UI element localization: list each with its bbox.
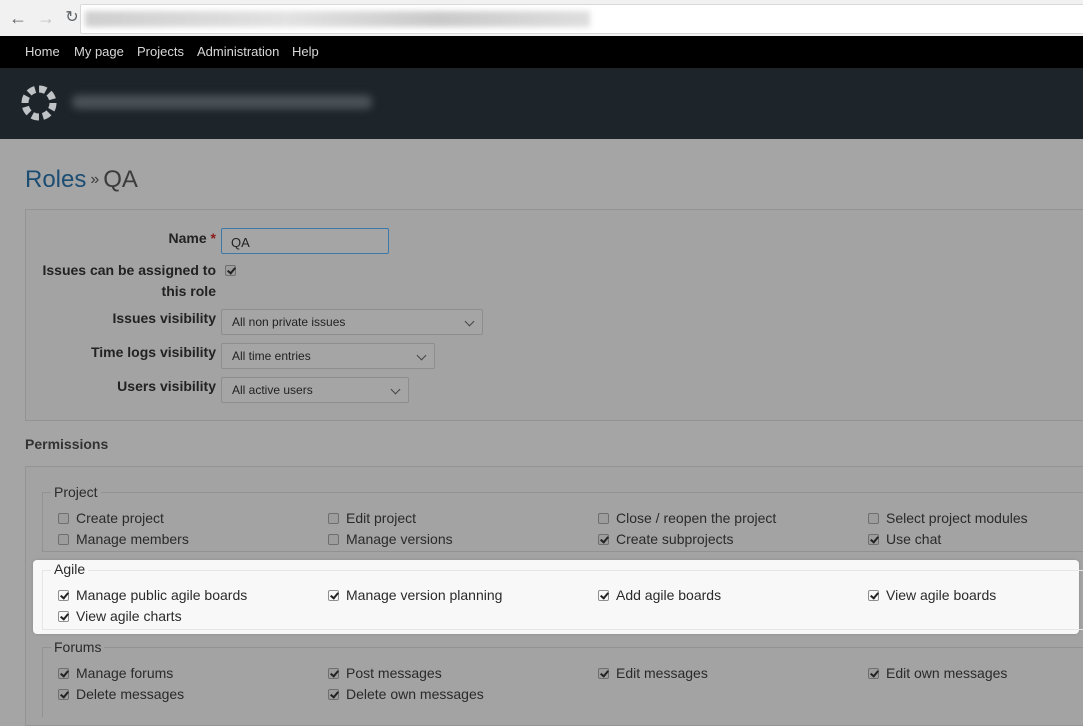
assignable-checkbox[interactable] (225, 265, 236, 276)
assignable-label: Issues can be assigned to this role (42, 262, 216, 299)
address-bar[interactable] (80, 4, 1083, 34)
menu-projects-link[interactable]: Projects (137, 44, 184, 59)
name-label: Name * (168, 230, 216, 246)
manage-forums-checkbox[interactable] (58, 668, 69, 679)
site-header (0, 68, 1083, 139)
forward-arrow-icon[interactable]: → (36, 8, 56, 28)
select-project-modules-checkbox[interactable] (868, 513, 879, 524)
page-title: Roles» QA (25, 166, 138, 194)
manage-version-planning-checkbox[interactable] (328, 590, 339, 601)
agile-legend: Agile (51, 561, 89, 577)
create-project-checkbox[interactable] (58, 513, 69, 524)
edit-messages-label: Edit messages (616, 665, 708, 681)
menu-my-page-link[interactable]: My page (74, 44, 124, 59)
manage-version-planning-label: Manage version planning (346, 587, 503, 603)
menu-administration-link[interactable]: Administration (197, 44, 279, 59)
edit-own-messages-label: Edit own messages (886, 665, 1008, 681)
edit-own-messages-checkbox[interactable] (868, 668, 879, 679)
view-agile-charts-label: View agile charts (76, 608, 182, 624)
app-logo-icon (21, 85, 57, 121)
redacted-url (85, 11, 590, 27)
use-chat-checkbox[interactable] (868, 534, 879, 545)
timelogs-visibility-select[interactable]: All time entries (221, 343, 435, 369)
manage-public-agile-boards-label: Manage public agile boards (76, 587, 248, 603)
reload-icon[interactable]: ↻ (62, 8, 82, 28)
delete-own-messages-checkbox[interactable] (328, 689, 339, 700)
forums-legend: Forums (51, 639, 105, 655)
agile-fieldset: Agile Manage public agile boards Manage … (33, 560, 1083, 634)
select-project-modules-label: Select project modules (886, 510, 1028, 526)
project-legend: Project (51, 484, 101, 500)
use-chat-label: Use chat (886, 531, 942, 547)
manage-versions-checkbox[interactable] (328, 534, 339, 545)
redacted-site-title (72, 95, 372, 109)
permissions-heading: Permissions (25, 436, 109, 452)
required-marker: * (210, 230, 216, 246)
timelogs-visibility-label: Time logs visibility (90, 344, 216, 360)
top-menu: Home My page Projects Administration Hel… (0, 36, 1083, 68)
manage-versions-label: Manage versions (346, 531, 453, 547)
manage-members-label: Manage members (76, 531, 189, 547)
delete-own-messages-label: Delete own messages (346, 686, 484, 702)
add-agile-boards-label: Add agile boards (616, 587, 722, 603)
breadcrumb-current: QA (103, 166, 138, 193)
manage-forums-label: Manage forums (76, 665, 174, 681)
chevron-down-icon (464, 316, 475, 327)
browser-toolbar: ← → ↻ (0, 0, 1083, 37)
close-reopen-project-label: Close / reopen the project (616, 510, 777, 526)
issues-visibility-select[interactable]: All non private issues (221, 309, 483, 335)
view-agile-charts-checkbox[interactable] (58, 611, 69, 622)
view-agile-boards-label: View agile boards (886, 587, 997, 603)
breadcrumb-separator: » (90, 171, 100, 188)
create-project-label: Create project (76, 510, 164, 526)
close-reopen-project-checkbox[interactable] (598, 513, 609, 524)
menu-home-link[interactable]: Home (25, 44, 60, 59)
forums-fieldset (42, 647, 1083, 717)
post-messages-label: Post messages (346, 665, 442, 681)
name-input[interactable] (221, 228, 389, 254)
chevron-down-icon (416, 350, 427, 361)
breadcrumb-roles-link[interactable]: Roles (25, 166, 86, 193)
users-visibility-select[interactable]: All active users (221, 377, 409, 403)
manage-public-agile-boards-checkbox[interactable] (58, 590, 69, 601)
chevron-down-icon (390, 384, 401, 395)
issues-visibility-label: Issues visibility (112, 310, 217, 326)
post-messages-checkbox[interactable] (328, 668, 339, 679)
view-agile-boards-checkbox[interactable] (868, 590, 879, 601)
edit-project-label: Edit project (346, 510, 417, 526)
menu-help-link[interactable]: Help (292, 44, 319, 59)
users-visibility-label: Users visibility (117, 378, 216, 394)
delete-messages-label: Delete messages (76, 686, 185, 702)
back-arrow-icon[interactable]: ← (8, 8, 28, 28)
edit-messages-checkbox[interactable] (598, 668, 609, 679)
create-subprojects-checkbox[interactable] (598, 534, 609, 545)
edit-project-checkbox[interactable] (328, 513, 339, 524)
delete-messages-checkbox[interactable] (58, 689, 69, 700)
add-agile-boards-checkbox[interactable] (598, 590, 609, 601)
manage-members-checkbox[interactable] (58, 534, 69, 545)
create-subprojects-label: Create subprojects (616, 531, 734, 547)
